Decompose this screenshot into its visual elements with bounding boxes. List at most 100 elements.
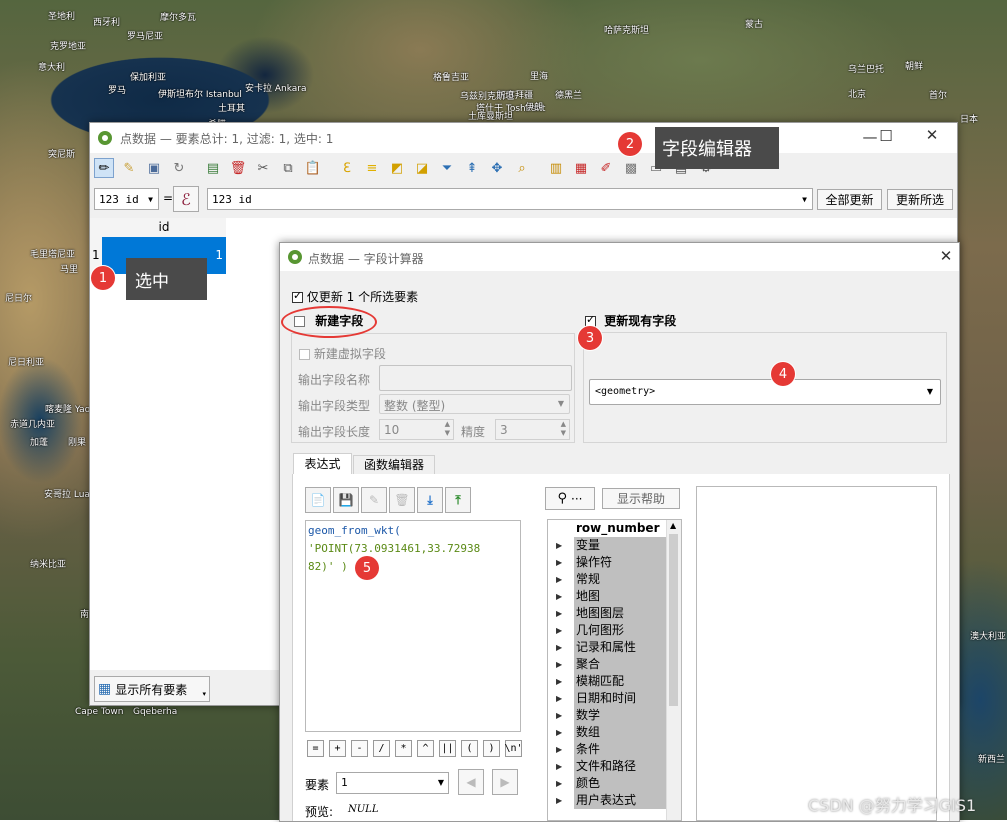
spin-up-icon[interactable]: ▲ (445, 420, 450, 428)
select-by-expression-icon[interactable]: ℇ (337, 158, 357, 178)
spin-down-icon[interactable]: ▼ (445, 429, 450, 437)
field-select-combo[interactable]: 123 id ▼ (94, 188, 159, 210)
show-help-button[interactable]: 显示帮助 (602, 488, 680, 509)
tree-item-group[interactable]: ▶ 变量 (548, 537, 681, 554)
tree-item-group[interactable]: ▶ 文件和路径 (548, 758, 681, 775)
tab-expression[interactable]: 表达式 (293, 453, 352, 474)
operator-button[interactable]: || (439, 740, 456, 757)
spin-down-icon[interactable]: ▼ (561, 429, 566, 437)
update-all-button[interactable]: 全部更新 (817, 189, 882, 210)
import-icon[interactable]: ⤓ (417, 487, 443, 513)
tree-item-group[interactable]: ▶ 数学 (548, 707, 681, 724)
operator-button[interactable]: ^ (417, 740, 434, 757)
search-button[interactable]: ⚲ ··· (545, 487, 595, 510)
existing-field-select[interactable]: <geometry> ▼ (589, 379, 941, 405)
operator-button[interactable]: = (307, 740, 324, 757)
conditional-formatting-icon[interactable]: ✐ (596, 158, 616, 178)
tree-item-group[interactable]: ▶ 几何图形 (548, 622, 681, 639)
tree-item-row-number[interactable]: row_number (548, 520, 681, 537)
tree-item-group[interactable]: ▶ 用户表达式 (548, 792, 681, 809)
operator-button[interactable]: ) (483, 740, 500, 757)
close-icon[interactable]: ✕ (917, 126, 947, 144)
expression-editor[interactable]: geom_from_wkt( 'POINT(73.0931461,33.7293… (305, 520, 521, 732)
tree-item-group[interactable]: ▶ 聚合 (548, 656, 681, 673)
operator-button[interactable]: \n' (504, 740, 523, 757)
expression-dialog-button[interactable]: ℰ (173, 186, 199, 212)
update-selected-button[interactable]: 更新所选 (887, 189, 953, 210)
cut-icon[interactable]: ✂ (253, 158, 273, 178)
expand-arrow-icon[interactable]: ▶ (556, 571, 562, 588)
feature-select[interactable]: 1 ▼ (336, 772, 449, 794)
operator-button[interactable]: / (373, 740, 390, 757)
copy-icon[interactable]: ⧉ (278, 158, 298, 178)
expand-arrow-icon[interactable]: ▶ (556, 554, 562, 571)
precision-spinbox[interactable]: 3 ▲ ▼ (495, 419, 570, 440)
tree-item-group[interactable]: ▶ 地图 (548, 588, 681, 605)
tree-item-group[interactable]: ▶ 数组 (548, 724, 681, 741)
zoom-to-selected-icon[interactable]: ⌕ (512, 158, 532, 178)
expand-arrow-icon[interactable]: ▶ (556, 690, 562, 707)
expand-arrow-icon[interactable]: ▶ (556, 622, 562, 639)
create-virtual-field-checkbox[interactable]: 新建虚拟字段 (299, 345, 386, 362)
operator-button[interactable]: - (351, 740, 368, 757)
save-icon[interactable]: 💾 (333, 487, 359, 513)
tree-item-group[interactable]: ▶ 操作符 (548, 554, 681, 571)
tab-function-editor[interactable]: 函数编辑器 (353, 455, 435, 474)
operator-button[interactable]: ( (461, 740, 478, 757)
operator-button[interactable]: + (329, 740, 346, 757)
expand-arrow-icon[interactable]: ▶ (556, 707, 562, 724)
tree-item-group[interactable]: ▶ 日期和时间 (548, 690, 681, 707)
output-field-type-select[interactable]: 整数 (整型) ▼ (379, 394, 570, 414)
paste-icon[interactable]: 📋 (303, 158, 323, 178)
expand-arrow-icon[interactable]: ▶ (556, 724, 562, 741)
column-header-id[interactable]: id (102, 218, 226, 238)
expand-arrow-icon[interactable]: ▶ (556, 775, 562, 792)
move-selection-to-top-icon[interactable]: ⇞ (462, 158, 482, 178)
export-icon[interactable]: ⤒ (445, 487, 471, 513)
next-feature-button[interactable]: ▶ (492, 769, 518, 795)
scrollbar-thumb[interactable] (669, 534, 678, 706)
close-icon[interactable]: ✕ (931, 247, 961, 265)
tree-item-group[interactable]: ▶ 常规 (548, 571, 681, 588)
invert-selection-icon[interactable]: ◩ (387, 158, 407, 178)
scroll-up-icon[interactable]: ▲ (670, 521, 676, 530)
only-update-selected-checkbox[interactable]: 仅更新 1 个所选要素 (292, 288, 418, 305)
expand-arrow-icon[interactable]: ▶ (556, 537, 562, 554)
show-all-features-button[interactable]: ▦ 显示所有要素 ▾ (94, 676, 210, 702)
maximize-icon[interactable]: ☐ (871, 127, 901, 145)
tree-item-group[interactable]: ▶ 地图图层 (548, 605, 681, 622)
tree-item-group[interactable]: ▶ 颜色 (548, 775, 681, 792)
deselect-all-icon[interactable]: ◪ (412, 158, 432, 178)
expand-arrow-icon[interactable]: ▶ (556, 656, 562, 673)
tree-scrollbar[interactable]: ▲ (666, 520, 681, 820)
tree-item-group[interactable]: ▶ 记录和属性 (548, 639, 681, 656)
delete-field-icon[interactable]: ▦ (571, 158, 591, 178)
expand-arrow-icon[interactable]: ▶ (556, 758, 562, 775)
previous-feature-button[interactable]: ◀ (458, 769, 484, 795)
pan-to-selected-icon[interactable]: ✥ (487, 158, 507, 178)
output-field-name-input[interactable] (379, 365, 572, 391)
expand-arrow-icon[interactable]: ▶ (556, 588, 562, 605)
expression-input[interactable]: 123 id ▼ (207, 188, 813, 210)
expand-arrow-icon[interactable]: ▶ (556, 673, 562, 690)
multi-edit-icon[interactable]: ✎ (119, 158, 139, 178)
output-field-length-spinbox[interactable]: 10 ▲ ▼ (379, 419, 454, 440)
new-field-icon[interactable]: ▥ (546, 158, 566, 178)
update-existing-field-checkbox[interactable]: 更新现有字段 (585, 312, 676, 329)
expand-arrow-icon[interactable]: ▶ (556, 605, 562, 622)
field-calculator-icon[interactable]: ▩ (621, 158, 641, 178)
expand-arrow-icon[interactable]: ▶ (556, 792, 562, 809)
filter-icon[interactable]: ⏷ (437, 158, 457, 178)
toggle-editing-icon[interactable]: ✏ (94, 158, 114, 178)
save-edits-icon[interactable]: ▣ (144, 158, 164, 178)
add-feature-icon[interactable]: ▤ (203, 158, 223, 178)
new-file-icon[interactable]: 📄 (305, 487, 331, 513)
expand-arrow-icon[interactable]: ▶ (556, 741, 562, 758)
reload-icon[interactable]: ↻ (169, 158, 189, 178)
spin-up-icon[interactable]: ▲ (561, 420, 566, 428)
delete-feature-icon[interactable]: 🗑 (228, 158, 248, 178)
operator-button[interactable]: * (395, 740, 412, 757)
expand-arrow-icon[interactable]: ▶ (556, 639, 562, 656)
tree-item-group[interactable]: ▶ 条件 (548, 741, 681, 758)
select-all-icon[interactable]: ≡ (362, 158, 382, 178)
